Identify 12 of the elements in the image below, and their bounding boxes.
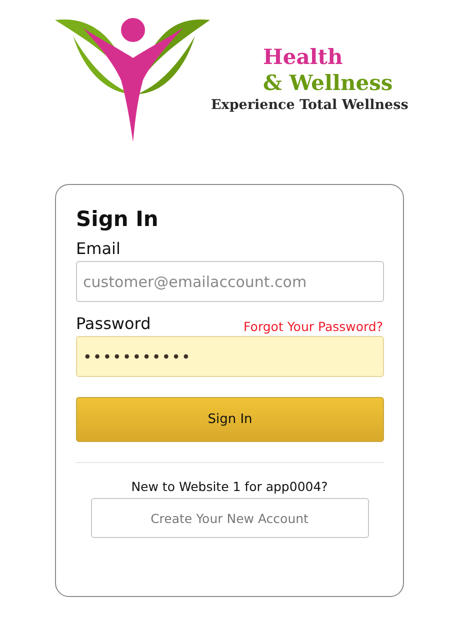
password-label: Password (76, 314, 151, 334)
card-title: Sign In (76, 207, 160, 231)
email-field[interactable]: customer@emailaccount.com (76, 261, 384, 302)
password-field[interactable]: ••••••••••• (76, 336, 384, 377)
sign-in-button[interactable]: Sign In (76, 397, 384, 442)
brand-name: & Wellness (263, 70, 394, 96)
create-account-button[interactable]: Create Your New Account (90, 498, 368, 538)
forgot-password-link[interactable]: Forgot Your Password? (244, 319, 383, 334)
brand-name: Health (263, 44, 344, 70)
new-account-prompt: New to Website 1 for app0004? (131, 479, 328, 494)
email-label: Email (76, 239, 122, 259)
brand-tagline: Experience Total Wellness (211, 96, 408, 114)
